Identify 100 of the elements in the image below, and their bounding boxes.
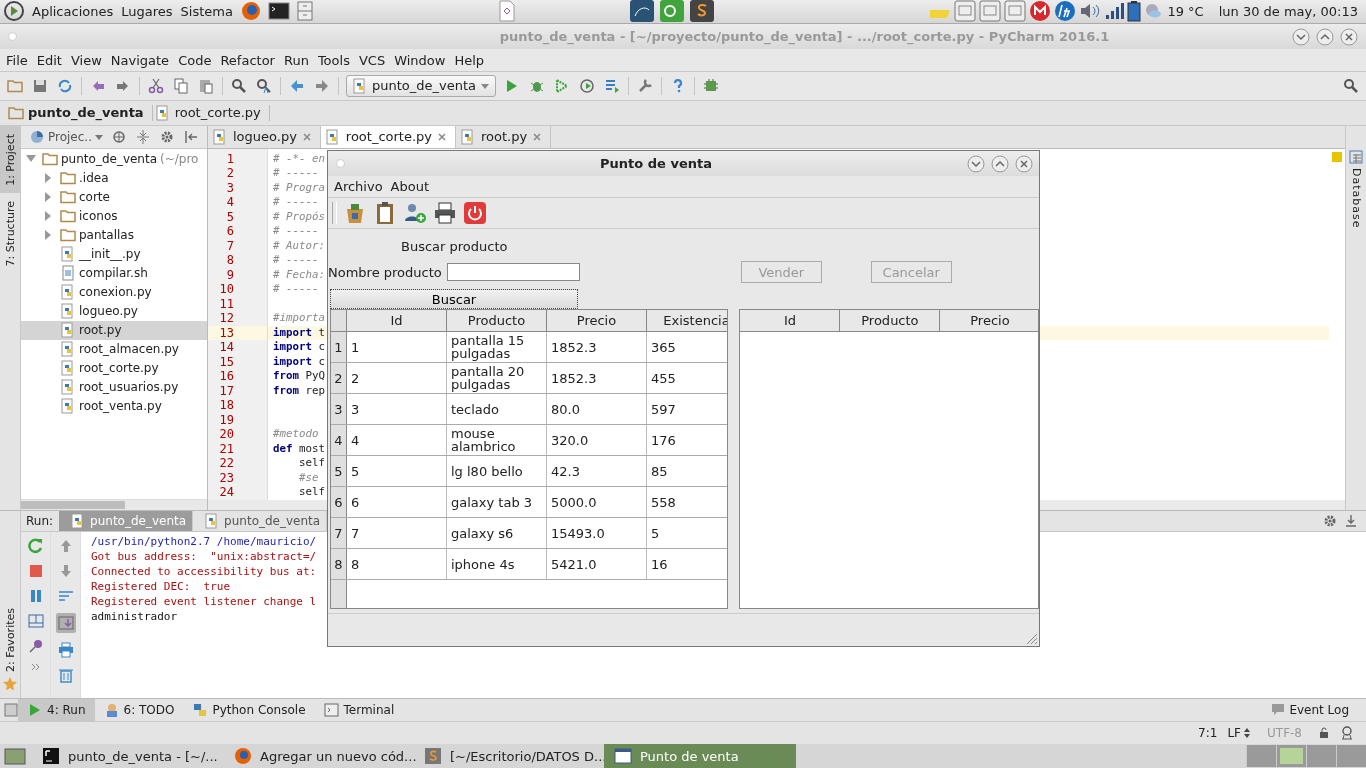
editor-tab[interactable]: logueo.py — [208, 125, 321, 148]
tree-item[interactable]: pantallas — [21, 225, 207, 245]
tree-item[interactable]: root_usuarios.py — [21, 377, 207, 397]
rerun-icon[interactable] — [27, 537, 44, 554]
list-run-icon[interactable] — [604, 77, 621, 94]
panel-menu[interactable]: Aplicaciones — [31, 3, 115, 19]
resize-grip-icon[interactable] — [1026, 633, 1038, 645]
close-icon[interactable] — [301, 131, 312, 142]
breadcrumb-item[interactable]: punto_de_venta — [6, 104, 153, 121]
menu-item[interactable]: Run — [279, 52, 314, 68]
replace-icon[interactable] — [256, 77, 272, 94]
row-header[interactable]: 6 — [331, 487, 347, 517]
globe-browser-icon[interactable] — [239, 0, 262, 23]
close-icon[interactable] — [437, 131, 448, 142]
menu-item[interactable]: Help — [450, 52, 490, 68]
tool-window-button[interactable]: Python Console — [183, 699, 315, 722]
scrollbar[interactable] — [21, 498, 207, 510]
wrench-icon[interactable] — [637, 77, 654, 94]
window-menu-dot[interactable] — [336, 159, 345, 168]
search-icon[interactable] — [231, 77, 247, 94]
row-header[interactable]: 5 — [331, 456, 347, 486]
column-header[interactable]: Producto — [840, 310, 941, 331]
desktop-icon[interactable] — [4, 746, 26, 766]
clock-text[interactable]: lun 30 de may, 00:13 — [1218, 3, 1358, 19]
forward-icon[interactable] — [314, 77, 330, 94]
cut-icon[interactable] — [148, 77, 164, 94]
paste-icon[interactable] — [198, 77, 214, 94]
editor-app-icon[interactable] — [689, 0, 714, 23]
window-menu-dot[interactable] — [8, 32, 17, 42]
run-config-dropdown[interactable]: punto_de_venta — [346, 74, 497, 97]
menu-item[interactable]: Refactor — [216, 52, 280, 68]
close-icon[interactable] — [1015, 154, 1033, 173]
toggle-panels-icon[interactable] — [4, 703, 18, 718]
tool-window-button[interactable]: 6: TODO — [94, 699, 184, 722]
weather-text[interactable]: 19 °C — [1167, 3, 1204, 19]
product-name-field[interactable] — [446, 263, 580, 281]
run-tab[interactable]: punto_de_venta — [193, 510, 328, 531]
window-tray-icon[interactable] — [1004, 0, 1027, 23]
tree-item[interactable]: root_corte.py — [21, 358, 207, 378]
menu-item[interactable]: Window — [390, 52, 451, 68]
line-separator[interactable]: LF — [1227, 726, 1251, 741]
tool-window-button[interactable]: 4: Run — [18, 699, 95, 722]
row-header[interactable]: 2 — [331, 363, 347, 393]
event-log-button[interactable]: Event Log — [1262, 699, 1358, 722]
save-icon[interactable] — [32, 77, 48, 94]
battery-icon[interactable] — [1127, 0, 1142, 23]
close-icon[interactable] — [532, 131, 543, 142]
document-icon[interactable] — [497, 0, 516, 23]
profile-icon[interactable] — [579, 77, 596, 94]
column-header[interactable]: Precio — [940, 310, 1038, 331]
power-icon[interactable] — [463, 201, 487, 225]
pin-icon[interactable] — [27, 637, 44, 654]
view-dropdown[interactable]: Projec.. — [29, 128, 103, 145]
row-header[interactable]: 4 — [331, 425, 347, 455]
close-icon[interactable] — [1340, 27, 1358, 46]
apps-logo-icon[interactable] — [3, 0, 25, 23]
sync-icon[interactable] — [57, 77, 73, 94]
print-icon[interactable] — [57, 641, 74, 658]
terminal-icon[interactable] — [267, 1, 290, 22]
tool-window-tab[interactable]: 1: Project — [0, 125, 20, 194]
column-header[interactable]: Id — [740, 310, 841, 331]
tree-item[interactable]: logueo.py — [21, 301, 207, 321]
add-user-icon[interactable] — [403, 201, 427, 225]
tree-item[interactable]: __init__.py — [21, 244, 207, 264]
m-badge-icon[interactable] — [1029, 0, 1052, 23]
collapse-icon[interactable] — [135, 128, 151, 145]
tree-item[interactable]: .idea — [21, 168, 207, 188]
menu-item[interactable]: View — [66, 52, 107, 68]
open-folder-icon[interactable] — [7, 77, 23, 94]
menu-item[interactable]: About — [386, 179, 434, 194]
tree-item[interactable]: root_almacen.py — [21, 339, 207, 359]
tool-window-tab[interactable]: 7: Structure — [0, 193, 20, 275]
target-icon[interactable] — [111, 128, 127, 145]
menu-item[interactable]: VCS — [354, 52, 391, 68]
menu-item[interactable]: File — [2, 52, 33, 68]
menu-item[interactable]: Tools — [313, 52, 355, 68]
tree-item[interactable]: root_venta.py — [21, 396, 207, 416]
panel-menu[interactable]: Sistema — [179, 3, 234, 19]
editor-tab[interactable]: root.py — [456, 125, 552, 148]
window-tray-icon[interactable] — [979, 0, 1002, 23]
row-header[interactable]: 7 — [331, 518, 347, 548]
tree-item[interactable]: root.py — [21, 320, 207, 340]
scroll-end-button[interactable] — [55, 612, 76, 633]
tree-item[interactable]: conexion.py — [21, 282, 207, 302]
lock-icon[interactable] — [1318, 727, 1330, 740]
caret-position[interactable]: 7:1 — [1198, 726, 1218, 741]
menu-item[interactable]: Code — [174, 52, 217, 68]
column-header[interactable]: Id — [347, 310, 447, 331]
minimize-icon[interactable] — [1292, 27, 1310, 46]
tree-item[interactable]: compilar.sh — [21, 263, 207, 283]
tree-item[interactable]: punto_de_venta (~/pro — [21, 149, 207, 169]
maximize-icon[interactable] — [1316, 27, 1334, 46]
maximize-icon[interactable] — [991, 154, 1009, 173]
minimize-icon[interactable] — [967, 154, 985, 173]
taskbar-button[interactable]: Punto de venta — [604, 744, 796, 768]
search-icon[interactable] — [1343, 77, 1359, 94]
inspector-icon[interactable] — [1340, 726, 1354, 741]
row-header[interactable]: 1 — [331, 332, 347, 362]
tree-item[interactable]: corte — [21, 187, 207, 207]
menu-item[interactable]: Edit — [32, 52, 67, 68]
